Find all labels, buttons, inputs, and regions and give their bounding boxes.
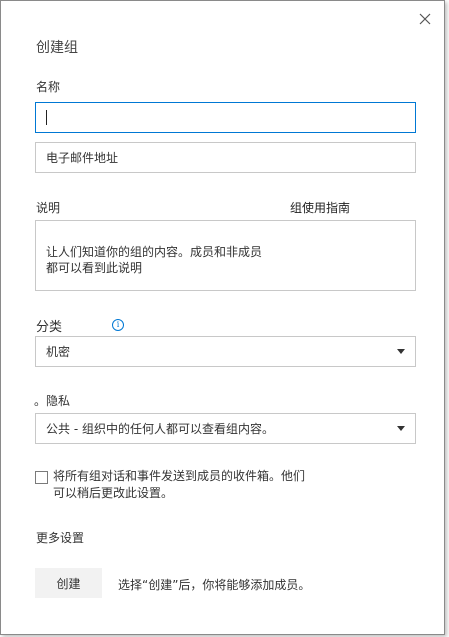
text-cursor: [46, 110, 47, 125]
dialog-title: 创建组: [36, 40, 78, 56]
classification-label: 分类: [36, 320, 63, 335]
close-icon: [419, 13, 431, 25]
classification-select[interactable]: 机密: [35, 336, 416, 367]
subscribe-checkbox[interactable]: [35, 471, 48, 484]
description-label: 说明: [36, 201, 61, 215]
privacy-label: 。隐私: [34, 394, 71, 408]
create-button[interactable]: 创建: [35, 568, 102, 598]
create-group-dialog: 创建组 名称 电子邮件地址 说明 组使用指南 让人们知道你的组的内容。成员和非成…: [0, 0, 445, 635]
chevron-down-icon: [397, 349, 405, 354]
group-guide-link[interactable]: 组使用指南: [290, 199, 350, 216]
description-textarea[interactable]: 让人们知道你的组的内容。成员和非成员 都可以看到此说明: [35, 220, 416, 291]
name-input[interactable]: [35, 102, 416, 133]
close-button[interactable]: [417, 11, 433, 27]
classification-value: 机密: [46, 345, 71, 359]
email-placeholder: 电子邮件地址: [46, 151, 119, 165]
description-placeholder: 让人们知道你的组的内容。成员和非成员 都可以看到此说明: [46, 245, 263, 275]
email-input[interactable]: 电子邮件地址: [35, 142, 416, 173]
privacy-value: 公共 - 组织中的任何人都可以查看组内容。: [46, 422, 274, 436]
info-icon[interactable]: i: [112, 319, 124, 331]
create-hint: 选择“创建”后，你将能够添加成员。: [118, 578, 311, 592]
privacy-select[interactable]: 公共 - 组织中的任何人都可以查看组内容。: [35, 413, 416, 444]
name-label: 名称: [36, 80, 61, 94]
chevron-down-icon: [397, 426, 405, 431]
subscribe-text: 将所有组对话和事件发送到成员的收件箱。他们 可以稍后更改此设置。: [53, 469, 306, 500]
more-settings-link[interactable]: 更多设置: [36, 529, 84, 546]
